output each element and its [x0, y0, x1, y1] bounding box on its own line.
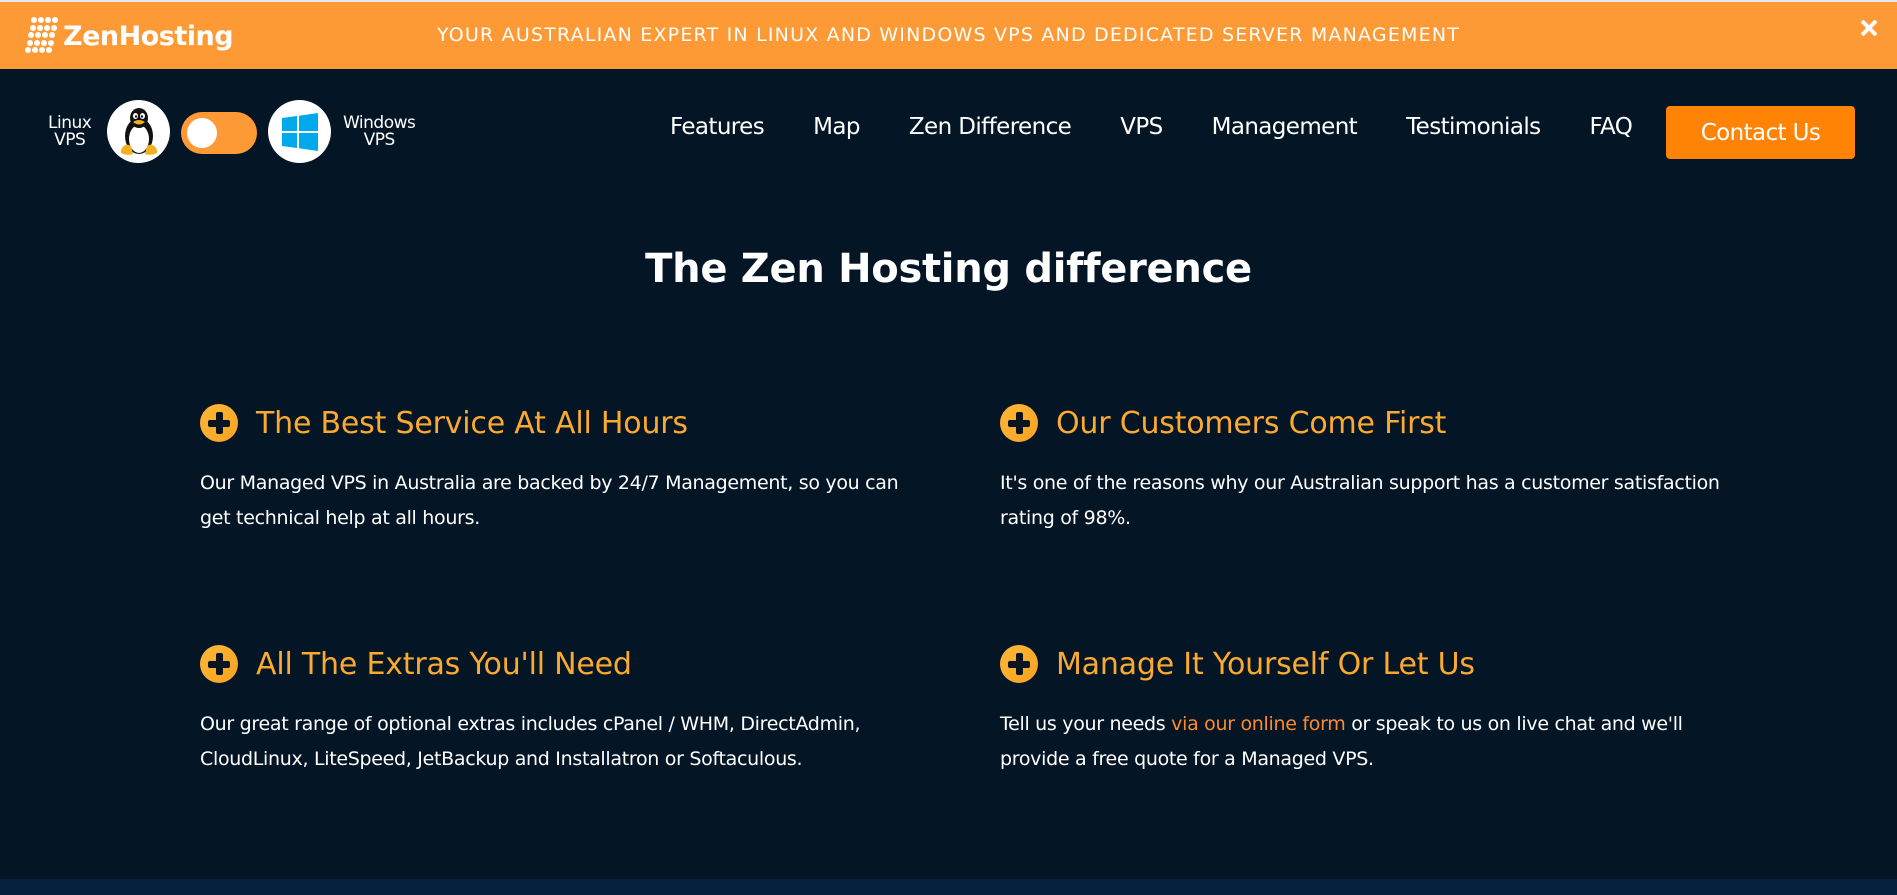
feature-heading: Our Customers Come First: [1056, 405, 1447, 441]
linux-label-line2: VPS: [54, 130, 86, 150]
os-toggle-switch[interactable]: [181, 112, 257, 154]
feature-text: Tell us your needs via our online form o…: [1000, 707, 1720, 777]
feature-best-service: The Best Service At All Hours Our Manage…: [200, 404, 920, 536]
logo-dot: [39, 47, 45, 53]
top-banner: ZenHosting YOUR AUSTRALIAN EXPERT IN LIN…: [0, 0, 1897, 69]
logo-dot: [32, 47, 38, 53]
feature-manage-yourself: Manage It Yourself Or Let Us Tell us you…: [1000, 645, 1720, 777]
logo-dot: [46, 47, 52, 53]
linux-penguin-icon[interactable]: [107, 100, 170, 163]
nav-item-faq[interactable]: FAQ: [1590, 114, 1633, 140]
feature-extras: All The Extras You'll Need Our great ran…: [200, 645, 920, 777]
feature-heading: The Best Service At All Hours: [256, 405, 688, 441]
logo-dot: [52, 17, 58, 23]
feature-text: Our great range of optional extras inclu…: [200, 713, 861, 770]
nav-item-vps[interactable]: VPS: [1120, 114, 1163, 140]
nav-item-testimonials[interactable]: Testimonials: [1406, 114, 1541, 140]
feature-text-before: Tell us your needs: [1000, 713, 1172, 735]
feature-text: It's one of the reasons why our Australi…: [1000, 472, 1720, 529]
logo-dot: [45, 17, 51, 23]
feature-heading: All The Extras You'll Need: [256, 646, 632, 682]
plus-circle-icon: [200, 404, 238, 442]
main-nav: Features Map Zen Difference VPS Manageme…: [670, 114, 1681, 140]
plus-circle-icon: [200, 645, 238, 683]
windows-label-line2: VPS: [363, 130, 396, 150]
plus-circle-icon: [1000, 404, 1038, 442]
logo-dot: [38, 17, 44, 23]
feature-text: Our Managed VPS in Australia are backed …: [200, 472, 899, 529]
contact-us-button[interactable]: Contact Us: [1666, 106, 1855, 159]
logo-dot: [31, 17, 37, 23]
nav-item-features[interactable]: Features: [670, 114, 765, 140]
online-form-link[interactable]: via our online form: [1171, 713, 1346, 735]
next-section-edge: [0, 879, 1897, 895]
nav-item-management[interactable]: Management: [1212, 114, 1358, 140]
plus-circle-icon: [1000, 645, 1038, 683]
windows-vps-label[interactable]: Windows VPS: [343, 115, 416, 150]
nav-item-map[interactable]: Map: [813, 114, 860, 140]
nav-item-zen-difference[interactable]: Zen Difference: [909, 114, 1072, 140]
section-title: The Zen Hosting difference: [645, 246, 1252, 292]
feature-customers-first: Our Customers Come First It's one of the…: [1000, 404, 1720, 536]
banner-message: YOUR AUSTRALIAN EXPERT IN LINUX AND WIND…: [436, 24, 1461, 46]
windows-logo-icon[interactable]: [268, 100, 331, 163]
feature-heading: Manage It Yourself Or Let Us: [1056, 646, 1475, 682]
linux-vps-label[interactable]: Linux VPS: [48, 115, 92, 150]
toggle-knob: [187, 118, 217, 148]
logo-dot: [25, 47, 31, 53]
close-icon[interactable]: [1857, 16, 1881, 40]
